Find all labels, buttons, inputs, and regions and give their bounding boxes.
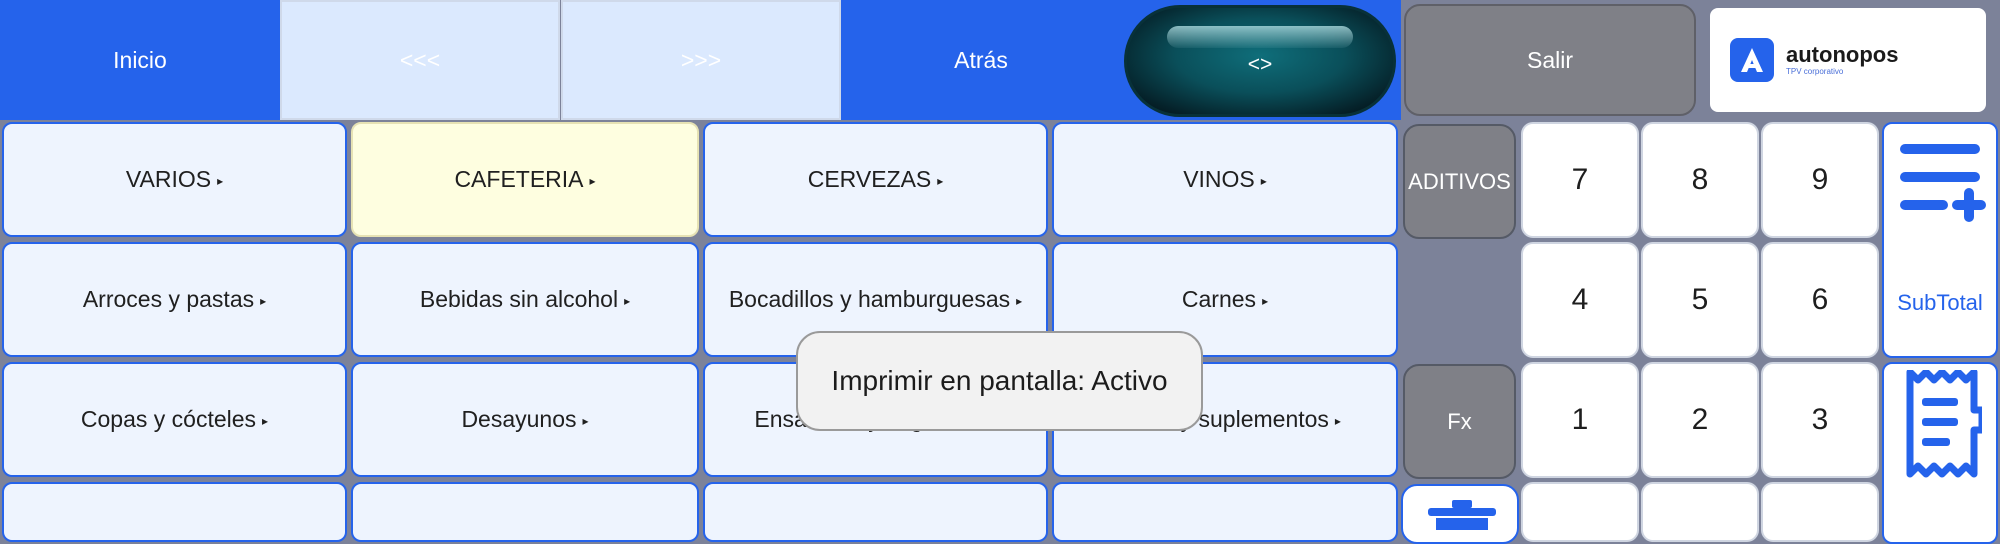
submenu-arrow-icon: ▸ xyxy=(1262,293,1269,308)
key-label: 9 xyxy=(1811,163,1829,196)
next-page-label: >>> xyxy=(680,46,722,73)
submenu-arrow-icon: ▸ xyxy=(589,173,596,188)
submenu-arrow-icon: ▸ xyxy=(262,413,269,428)
category-row4-3[interactable] xyxy=(703,482,1048,542)
key-label: 4 xyxy=(1571,283,1589,316)
aditivos-label: ADITIVOS xyxy=(1408,168,1511,194)
category-label: VINOS xyxy=(1183,166,1255,192)
key-label: 5 xyxy=(1691,283,1709,316)
key-label: 1 xyxy=(1571,403,1589,436)
subtotal-button[interactable]: SubTotal xyxy=(1882,122,1998,358)
print-receipt-button[interactable] xyxy=(1882,362,1998,544)
key-row4-3[interactable] xyxy=(1761,482,1879,542)
category-row4-4[interactable] xyxy=(1052,482,1398,542)
category-label: CERVEZAS xyxy=(807,166,932,192)
key-label: 8 xyxy=(1691,163,1709,196)
key-label: 7 xyxy=(1571,163,1589,196)
submenu-arrow-icon: ▸ xyxy=(1016,293,1023,308)
category-bebidas[interactable]: Bebidas sin alcohol ▸ xyxy=(351,242,699,357)
submenu-arrow-icon: ▸ xyxy=(260,293,267,308)
key-label: 6 xyxy=(1811,283,1829,316)
salir-label: Salir xyxy=(1526,46,1573,73)
category-label: Arroces y pastas xyxy=(82,286,255,312)
inicio-button[interactable]: Inicio xyxy=(0,0,280,120)
key-1[interactable]: 1 xyxy=(1521,362,1639,478)
next-page-button[interactable]: >>> xyxy=(561,0,841,120)
submenu-arrow-icon: ▸ xyxy=(1334,413,1341,428)
prev-page-label: <<< xyxy=(399,46,441,73)
submenu-arrow-icon: ▸ xyxy=(624,293,631,308)
prev-page-button[interactable]: <<< xyxy=(280,0,560,120)
submenu-arrow-icon: ▸ xyxy=(1260,173,1267,188)
key-3[interactable]: 3 xyxy=(1761,362,1879,478)
submenu-arrow-icon: ▸ xyxy=(937,173,944,188)
logo-subtitle: TPV corporativo xyxy=(1786,67,1844,76)
category-row4-2[interactable] xyxy=(351,482,699,542)
submenu-arrow-icon: ▸ xyxy=(217,173,224,188)
swap-button[interactable]: <> xyxy=(1124,5,1396,117)
key-7[interactable]: 7 xyxy=(1521,122,1639,238)
key-8[interactable]: 8 xyxy=(1641,122,1759,238)
category-label: CAFETERIA xyxy=(454,166,584,192)
category-cafeteria[interactable]: CAFETERIA ▸ xyxy=(351,122,699,237)
submenu-arrow-icon: ▸ xyxy=(582,413,589,428)
category-arroces[interactable]: Arroces y pastas ▸ xyxy=(2,242,347,357)
category-label: VARIOS xyxy=(125,166,212,192)
inicio-label: Inicio xyxy=(113,46,167,73)
category-desayunos[interactable]: Desayunos ▸ xyxy=(351,362,699,477)
category-cervezas[interactable]: CERVEZAS ▸ xyxy=(703,122,1048,237)
toast-text: Imprimir en pantalla: Activo xyxy=(831,365,1168,396)
key-row4-1[interactable] xyxy=(1521,482,1639,542)
key-6[interactable]: 6 xyxy=(1761,242,1879,358)
aditivos-button[interactable]: ADITIVOS xyxy=(1403,124,1516,239)
key-2[interactable]: 2 xyxy=(1641,362,1759,478)
key-row4-2[interactable] xyxy=(1641,482,1759,542)
key-label: 2 xyxy=(1691,403,1709,436)
category-label: Bocadillos y hamburguesas xyxy=(728,286,1011,312)
trash-icon xyxy=(1428,500,1496,530)
category-label: Desayunos xyxy=(461,406,577,432)
key-label: 3 xyxy=(1811,403,1829,436)
add-list-icon xyxy=(1900,144,1986,222)
atras-label: Atrás xyxy=(954,46,1008,73)
category-label: Copas y cócteles xyxy=(80,406,257,432)
category-label: Carnes xyxy=(1181,286,1257,312)
key-5[interactable]: 5 xyxy=(1641,242,1759,358)
subtotal-label: SubTotal xyxy=(1897,290,1983,315)
category-copas[interactable]: Copas y cócteles ▸ xyxy=(2,362,347,477)
swap-label: <> xyxy=(1247,53,1273,76)
delete-button[interactable] xyxy=(1401,484,1519,544)
category-label: Bebidas sin alcohol xyxy=(419,286,619,312)
brand-logo: autonopos TPV corporativo xyxy=(1710,8,1986,112)
fx-label: Fx xyxy=(1447,408,1472,434)
key-9[interactable]: 9 xyxy=(1761,122,1879,238)
key-4[interactable]: 4 xyxy=(1521,242,1639,358)
fx-button[interactable]: Fx xyxy=(1403,364,1516,479)
atras-button[interactable]: Atrás xyxy=(841,0,1121,120)
receipt-icon xyxy=(1906,370,1982,478)
salir-button[interactable]: Salir xyxy=(1404,4,1696,116)
logo-title: autonopos xyxy=(1786,42,1899,67)
print-status-toast: Imprimir en pantalla: Activo xyxy=(796,331,1203,431)
category-varios[interactable]: VARIOS ▸ xyxy=(2,122,347,237)
category-vinos[interactable]: VINOS ▸ xyxy=(1052,122,1398,237)
logo-a-icon xyxy=(1730,38,1774,82)
category-row4-1[interactable] xyxy=(2,482,347,542)
